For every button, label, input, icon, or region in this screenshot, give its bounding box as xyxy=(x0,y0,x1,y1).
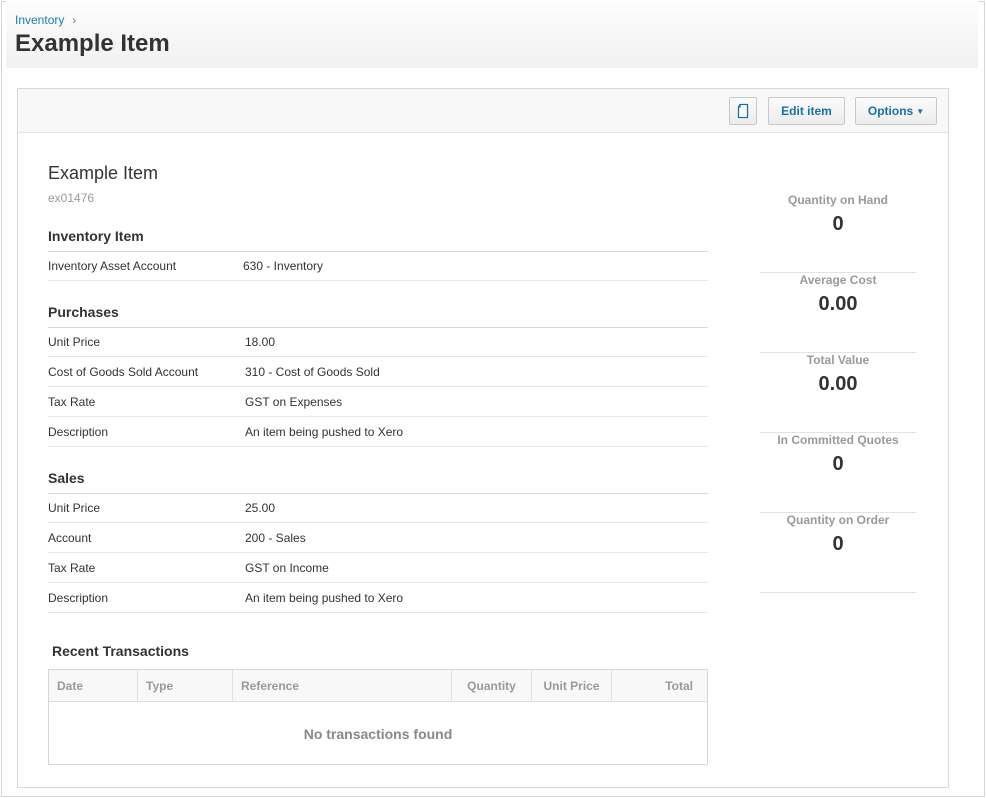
detail-value: 310 - Cost of Goods Sold xyxy=(245,365,380,379)
detail-label: Description xyxy=(48,591,109,605)
stat-value: 0.00 xyxy=(818,293,858,315)
detail-label: Tax Rate xyxy=(48,395,96,409)
stat-total-value: Total Value 0.00 xyxy=(760,353,916,433)
stat-value: 0.00 xyxy=(818,373,858,395)
section-title-inventory-item: Inventory Item xyxy=(48,228,708,252)
detail-row: Tax Rate GST on Expenses xyxy=(48,387,708,417)
breadcrumb: Inventory › xyxy=(15,13,76,27)
print-button[interactable] xyxy=(729,97,757,125)
card-toolbar: Edit item Options ▼ xyxy=(18,89,948,133)
stat-label: Total Value xyxy=(806,353,870,367)
page-header: Inventory › Example Item xyxy=(6,1,978,68)
breadcrumb-inventory-link[interactable]: Inventory xyxy=(15,13,64,27)
column-header-type[interactable]: Type xyxy=(138,670,233,702)
detail-row: Account 200 - Sales xyxy=(48,523,708,553)
item-card: Edit item Options ▼ Example Item ex01476 … xyxy=(17,88,949,788)
stat-label: Average Cost xyxy=(799,273,877,287)
detail-value: An item being pushed to Xero xyxy=(245,591,404,605)
column-header-unit-price[interactable]: Unit Price xyxy=(532,670,612,702)
stat-label: Quantity on Order xyxy=(786,513,890,527)
stat-value: 0 xyxy=(832,533,844,555)
detail-label: Unit Price xyxy=(48,335,101,349)
detail-label: Cost of Goods Sold Account xyxy=(48,365,199,379)
column-header-total[interactable]: Total xyxy=(612,670,707,702)
detail-value: 200 - Sales xyxy=(245,531,306,545)
stat-value: 0 xyxy=(832,453,844,475)
detail-label: Tax Rate xyxy=(48,561,96,575)
detail-label: Unit Price xyxy=(48,501,101,515)
options-label: Options xyxy=(867,104,914,118)
chevron-down-icon: ▼ xyxy=(916,106,925,116)
detail-label: Inventory Asset Account xyxy=(48,259,177,273)
stat-average-cost: Average Cost 0.00 xyxy=(760,273,916,353)
detail-value: An item being pushed to Xero xyxy=(245,425,404,439)
empty-state-message: No transactions found xyxy=(303,726,453,742)
page-title: Example Item xyxy=(15,30,170,57)
detail-label: Account xyxy=(48,531,92,545)
edit-item-button[interactable]: Edit item xyxy=(768,97,845,125)
section-title-purchases: Purchases xyxy=(48,304,708,328)
document-icon xyxy=(737,103,749,119)
detail-row: Inventory Asset Account 630 - Inventory xyxy=(48,251,708,281)
detail-row: Description An item being pushed to Xero xyxy=(48,583,708,613)
stat-quantity-on-hand: Quantity on Hand 0 xyxy=(760,193,916,273)
transactions-table: Date Type Reference Quantity Unit Price … xyxy=(48,669,708,765)
item-code: ex01476 xyxy=(48,191,95,205)
detail-value: 630 - Inventory xyxy=(243,259,324,273)
column-header-reference[interactable]: Reference xyxy=(233,670,452,702)
section-title-sales: Sales xyxy=(48,470,708,494)
detail-row: Cost of Goods Sold Account 310 - Cost of… xyxy=(48,357,708,387)
detail-value: 18.00 xyxy=(245,335,276,349)
detail-row: Description An item being pushed to Xero xyxy=(48,417,708,447)
detail-value: GST on Expenses xyxy=(245,395,343,409)
item-name: Example Item xyxy=(48,163,159,183)
breadcrumb-separator: › xyxy=(72,15,77,27)
detail-row: Unit Price 18.00 xyxy=(48,327,708,357)
stat-value: 0 xyxy=(832,213,844,235)
stat-label: In Committed Quotes xyxy=(777,433,899,447)
detail-label: Description xyxy=(48,425,109,439)
detail-row: Tax Rate GST on Income xyxy=(48,553,708,583)
column-header-date[interactable]: Date xyxy=(49,670,138,702)
detail-row: Unit Price 25.00 xyxy=(48,493,708,523)
recent-transactions-title: Recent Transactions xyxy=(52,643,189,659)
stat-quantity-on-order: Quantity on Order 0 xyxy=(760,513,916,593)
stat-in-committed-quotes: In Committed Quotes 0 xyxy=(760,433,916,513)
column-header-quantity[interactable]: Quantity xyxy=(452,670,532,702)
detail-value: GST on Income xyxy=(245,561,329,575)
transactions-table-header: Date Type Reference Quantity Unit Price … xyxy=(49,670,707,702)
detail-value: 25.00 xyxy=(245,501,276,515)
stat-label: Quantity on Hand xyxy=(788,193,888,207)
options-button[interactable]: Options ▼ xyxy=(855,97,937,125)
